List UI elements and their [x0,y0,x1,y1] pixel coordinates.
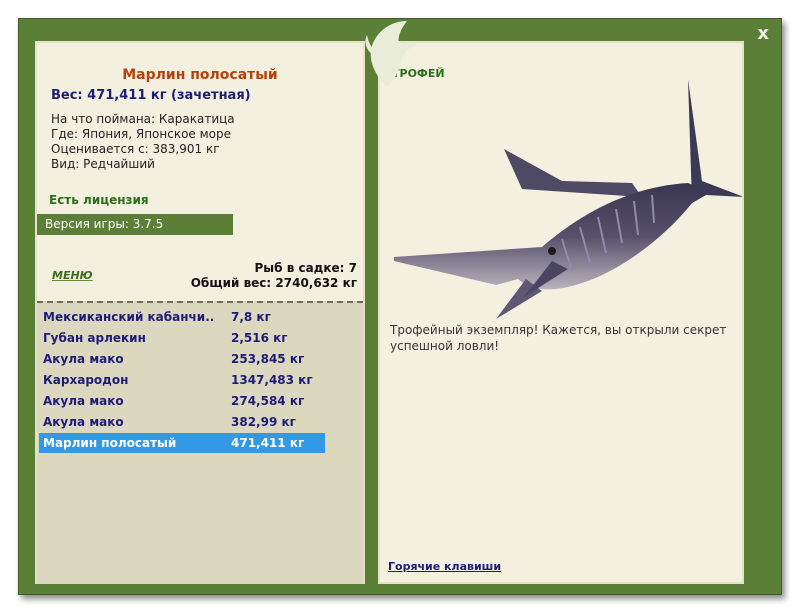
catch-list-row[interactable]: Акула мако 274,584 кг [39,391,325,411]
catch-fish-name: Губан арлекин [43,331,146,345]
fish-title: Марлин полосатый [122,67,278,83]
catch-fish-name: Акула мако [43,415,124,429]
menu-link[interactable]: МЕНЮ [52,269,93,282]
fish-info-panel: Марлин полосатый Вес: 471,411 кг (зачетн… [35,41,365,584]
catch-fish-weight: 471,411 кг [231,436,305,450]
catch-list: Мексиканский кабанчи... 7,8 кг Губан арлек… [37,301,363,584]
catch-list-row[interactable]: Акула мако 382,99 кг [39,412,325,432]
marlin-image [394,79,742,319]
catch-fish-weight: 253,845 кг [231,352,305,366]
cage-stats: Рыб в садке: 7 Общий вес: 2740,632 кг [191,261,357,291]
catch-list-row[interactable]: Акула мако 253,845 кг [39,349,325,369]
catch-list-row[interactable]: Кархародон 1347,483 кг [39,370,325,390]
catch-fish-weight: 1347,483 кг [231,373,313,387]
catch-fish-name: Мексиканский кабанчи... [43,310,213,324]
trophy-window: x Марлин полосатый Вес: 471,411 кг (заче… [18,18,782,595]
leaping-fish-logo-icon [365,21,417,87]
rarity-info: Вид: Редчайший [51,157,155,171]
close-button[interactable]: x [757,23,769,44]
trophy-panel: ТРОФЕЙ Трофейный экземпляр! Кажется, вы … [378,41,744,584]
fish-weight: Вес: 471,411 кг (зачетная) [51,88,251,103]
bait-info: На что поймана: Каракатица [51,112,235,126]
catch-fish-name: Кархародон [43,373,129,387]
value-info: Оценивается с: 383,901 кг [51,142,220,156]
fish-count: Рыб в садке: 7 [254,261,358,275]
license-status: Есть лицензия [49,193,149,207]
catch-list-row[interactable]: Мексиканский кабанчи... 7,8 кг [39,307,325,327]
catch-list-row[interactable]: Губан арлекин 2,516 кг [39,328,325,348]
catch-fish-weight: 382,99 кг [231,415,296,429]
catch-fish-weight: 7,8 кг [231,310,271,324]
catch-fish-weight: 2,516 кг [231,331,288,345]
version-bar: Версия игры: 3.7.5 [37,214,233,235]
trophy-description: Трофейный экземпляр! Кажется, вы открыли… [390,323,727,353]
catch-fish-weight: 274,584 кг [231,394,305,408]
hotkeys-link[interactable]: Горячие клавиши [388,560,501,573]
catch-fish-name: Акула мако [43,352,124,366]
catch-list-row[interactable]: Марлин полосатый 471,411 кг [39,433,325,453]
catch-fish-name: Акула мако [43,394,124,408]
catch-fish-name: Марлин полосатый [43,436,177,450]
location-info: Где: Япония, Японское море [51,127,232,141]
total-weight: Общий вес: 2740,632 кг [190,276,357,290]
